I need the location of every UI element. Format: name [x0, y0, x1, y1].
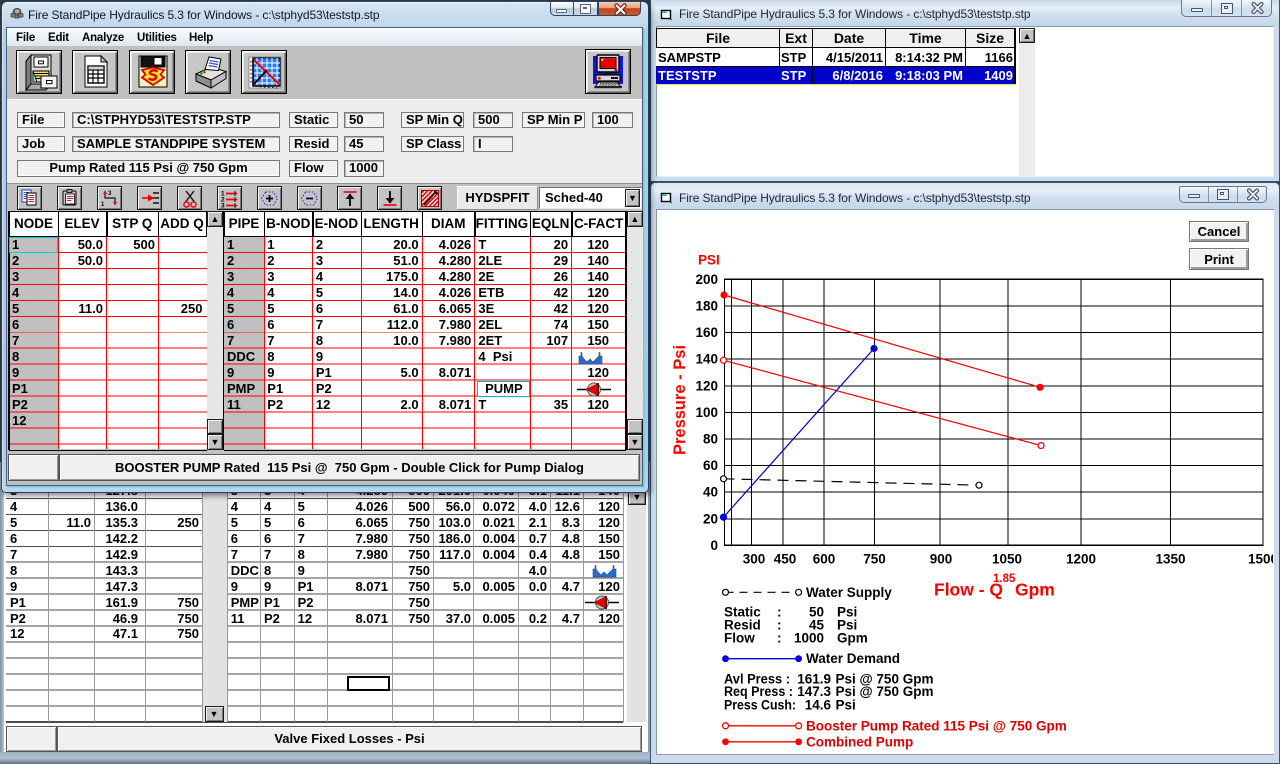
svg-text:140: 140 — [695, 352, 718, 367]
svg-text:Flow: Flow — [724, 631, 755, 646]
svg-text:Press Cush:: Press Cush: — [724, 697, 796, 712]
svg-text:Gpm: Gpm — [1015, 580, 1055, 600]
svg-text:300: 300 — [743, 552, 766, 567]
svg-text:Water Supply: Water Supply — [806, 585, 892, 600]
svg-text:1500: 1500 — [1248, 552, 1273, 567]
svg-text:3: 3 — [108, 191, 112, 197]
svg-text:Gpm: Gpm — [837, 631, 868, 646]
svg-text:Pressure - Psi: Pressure - Psi — [671, 345, 689, 455]
svg-text:600: 600 — [813, 552, 836, 567]
svg-text:Psi: Psi — [836, 697, 856, 712]
svg-text:1050: 1050 — [992, 552, 1022, 567]
svg-text:1.85: 1.85 — [993, 573, 1016, 585]
svg-text:160: 160 — [695, 325, 718, 340]
svg-text:1: 1 — [101, 202, 105, 208]
svg-text:200: 200 — [695, 272, 718, 287]
svg-text:750: 750 — [863, 552, 886, 567]
svg-text:PSI: PSI — [698, 253, 720, 268]
svg-text:Booster Pump Rated 115 Psi @ 7: Booster Pump Rated 115 Psi @ 750 Gpm — [806, 718, 1067, 733]
svg-text:100: 100 — [695, 405, 718, 420]
svg-text:900: 900 — [930, 552, 953, 567]
svg-text:Water Demand: Water Demand — [806, 651, 900, 666]
svg-text:40: 40 — [703, 485, 718, 500]
svg-text:1200: 1200 — [1066, 552, 1096, 567]
svg-text::: : — [777, 631, 782, 646]
svg-text:20: 20 — [703, 511, 718, 526]
svg-text:1000: 1000 — [794, 631, 824, 646]
svg-text:450: 450 — [774, 552, 797, 567]
svg-text:3: 3 — [221, 203, 225, 209]
svg-text:60: 60 — [703, 458, 718, 473]
svg-text:Combined Pump: Combined Pump — [806, 734, 913, 749]
svg-text:120: 120 — [695, 378, 718, 393]
svg-text:80: 80 — [703, 432, 718, 447]
svg-text:180: 180 — [695, 299, 718, 314]
svg-text:14.6: 14.6 — [805, 697, 832, 712]
svg-text:1350: 1350 — [1155, 552, 1185, 567]
svg-text:0: 0 — [710, 538, 718, 553]
